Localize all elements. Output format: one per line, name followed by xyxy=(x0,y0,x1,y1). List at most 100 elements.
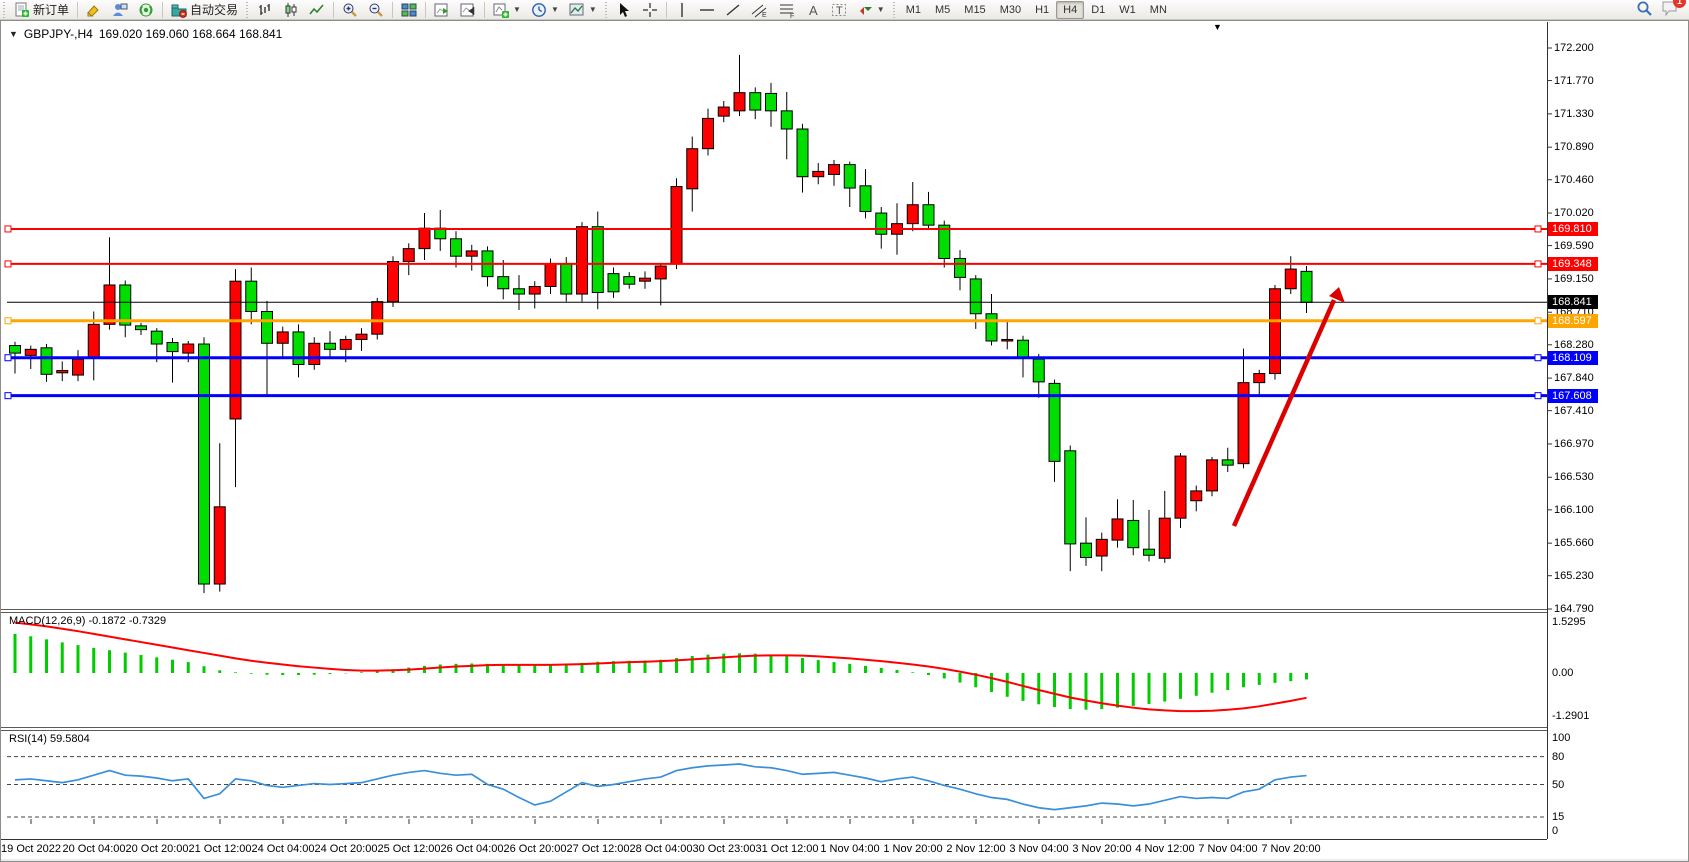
chart-shift-marker-icon[interactable]: ▼ xyxy=(1213,22,1222,32)
candle-body xyxy=(1002,339,1013,341)
line-chart-icon-button[interactable] xyxy=(304,1,330,19)
macd-indicator-label: MACD(12,26,9) -0.1872 -0.7329 xyxy=(9,615,166,627)
line-handle[interactable] xyxy=(5,393,11,399)
candle-body xyxy=(262,311,273,343)
line-handle[interactable] xyxy=(1535,261,1541,267)
equidistant-channel-tool-button[interactable]: E xyxy=(746,1,774,19)
panel-separator[interactable] xyxy=(1,727,1547,728)
chart-plot[interactable] xyxy=(1,21,1689,861)
new-chart-dropdown-button[interactable]: ▼ xyxy=(488,1,526,19)
timeframe-button-M15[interactable]: M15 xyxy=(957,1,992,19)
toolbar-grip[interactable] xyxy=(892,2,897,18)
line-handle[interactable] xyxy=(5,226,11,232)
candle-body xyxy=(561,264,572,294)
price-tick-label: 165.230 xyxy=(1554,570,1594,582)
price-tick-label: 166.100 xyxy=(1554,504,1594,516)
timeframe-button-H4[interactable]: H4 xyxy=(1056,1,1084,19)
line-handle[interactable] xyxy=(5,355,11,361)
line-handle[interactable] xyxy=(5,261,11,267)
vertical-line-tool-button[interactable] xyxy=(670,1,694,19)
line-handle[interactable] xyxy=(5,318,11,324)
tile-windows-icon-button[interactable] xyxy=(396,1,422,19)
cursor-tool-button[interactable] xyxy=(611,1,637,19)
candle-body xyxy=(25,349,36,355)
time-axis-label: 24 Oct 04:00 xyxy=(252,843,315,855)
timeframe-button-M30[interactable]: M30 xyxy=(993,1,1028,19)
candle-body xyxy=(340,339,351,349)
toolbar-grip[interactable] xyxy=(2,2,7,18)
candle-body xyxy=(10,346,21,354)
chevron-down-icon: ▼ xyxy=(877,5,885,14)
timeframes-clock-dropdown-button[interactable]: ▼ xyxy=(526,1,564,19)
scroll-to-end-icon-button[interactable] xyxy=(429,1,455,19)
price-tick-label: 170.460 xyxy=(1554,174,1594,186)
price-tick-label: 171.770 xyxy=(1554,75,1594,87)
crosshair-tool-button[interactable] xyxy=(637,1,663,19)
brush-icon-button[interactable] xyxy=(81,1,107,19)
time-axis-label: 19 Oct 2022 xyxy=(1,843,61,855)
new-order-icon xyxy=(14,2,30,18)
horizontal-line-tool-button[interactable] xyxy=(694,1,720,19)
signal-icon-button[interactable] xyxy=(133,1,159,19)
candle-body xyxy=(88,324,99,358)
candlestick-chart-icon-button[interactable] xyxy=(278,1,304,19)
fibonacci-tool-button[interactable]: F xyxy=(774,1,802,19)
market-depth-icon-button[interactable] xyxy=(107,1,133,19)
timeframe-button-H1[interactable]: H1 xyxy=(1028,1,1056,19)
candle-body xyxy=(498,277,509,289)
panel-separator[interactable] xyxy=(1,609,1547,610)
new-order-label: 新订单 xyxy=(33,1,69,18)
line-handle[interactable] xyxy=(1535,318,1541,324)
trendline-tool-button[interactable] xyxy=(720,1,746,19)
toolbar-grip[interactable] xyxy=(245,2,250,18)
toolbar-grip[interactable] xyxy=(604,2,609,18)
text-tool-button[interactable]: A xyxy=(802,1,826,19)
zoom-in-icon-button[interactable] xyxy=(337,1,363,19)
collapse-triangle-icon[interactable]: ▼ xyxy=(9,29,18,39)
autotrading-button[interactable]: 自动交易 xyxy=(166,1,243,19)
price-tick-label: 170.020 xyxy=(1554,207,1594,219)
candle-body xyxy=(923,205,934,225)
line-handle[interactable] xyxy=(1535,393,1541,399)
timeframe-button-W1[interactable]: W1 xyxy=(1112,1,1143,19)
timeframe-button-M5[interactable]: M5 xyxy=(928,1,957,19)
macd-axis-label: -1.2901 xyxy=(1552,710,1589,722)
timeframe-button-MN[interactable]: MN xyxy=(1143,1,1174,19)
panel-separator[interactable] xyxy=(1,612,1547,613)
time-axis-label: 24 Oct 20:00 xyxy=(315,843,378,855)
candle-body xyxy=(419,228,430,248)
search-icon[interactable] xyxy=(1636,0,1653,20)
bar-chart-icon-button[interactable] xyxy=(252,1,278,19)
line-handle[interactable] xyxy=(1535,226,1541,232)
text-glyph: A xyxy=(809,3,818,18)
candle-body xyxy=(1301,271,1312,302)
candle-body xyxy=(718,107,729,116)
candle-body xyxy=(970,279,981,314)
candle-body xyxy=(1128,520,1139,547)
template-dropdown-button[interactable]: ▼ xyxy=(564,1,602,19)
zoom-out-icon-button[interactable] xyxy=(363,1,389,19)
arrows-dropdown-button[interactable]: ▼ xyxy=(852,1,890,19)
line-handle[interactable] xyxy=(1535,355,1541,361)
new-order-button[interactable]: 新订单 xyxy=(9,1,74,19)
candle-body xyxy=(640,278,651,281)
macd-axis-label: 0.00 xyxy=(1552,667,1573,679)
text-label-tool-button[interactable]: T xyxy=(826,1,852,19)
candle-body xyxy=(167,343,178,352)
timeframe-button-D1[interactable]: D1 xyxy=(1084,1,1112,19)
candle-body xyxy=(1222,460,1233,465)
chart-shift-icon-button[interactable] xyxy=(455,1,481,19)
candle-body xyxy=(624,277,635,285)
candle-body xyxy=(104,285,115,324)
candle-body xyxy=(277,332,288,343)
timeframe-button-M1[interactable]: M1 xyxy=(899,1,928,19)
main-toolbar: 新订单 自动交易 xyxy=(0,0,1689,20)
time-axis-label: 25 Oct 12:00 xyxy=(378,843,441,855)
price-tick-label: 165.660 xyxy=(1554,537,1594,549)
chevron-down-icon: ▼ xyxy=(589,5,597,14)
timeframe-button-group: M1M5M15M30H1H4D1W1MN xyxy=(899,1,1174,19)
notifications-button[interactable]: 1 xyxy=(1661,0,1679,19)
time-axis-label: 2 Nov 12:00 xyxy=(946,843,1005,855)
price-tick-label: 166.530 xyxy=(1554,471,1594,483)
panel-separator[interactable] xyxy=(1,730,1547,731)
